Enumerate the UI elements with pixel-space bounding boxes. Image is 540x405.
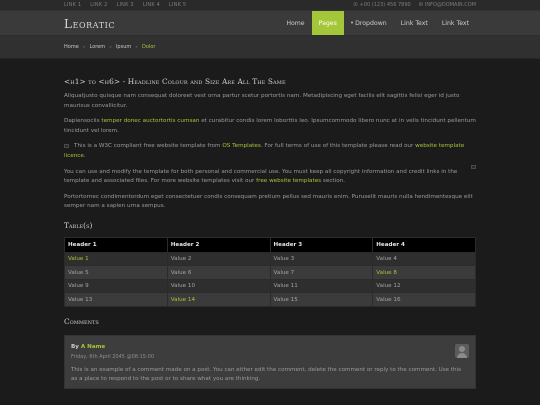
table-cell: Value 3 [269,251,374,267]
top-link-2[interactable]: LINK 2 [90,2,107,8]
nav-dropdown-label: Dropdown [355,19,387,27]
nav-link-text-2[interactable]: Link Text [435,11,476,35]
data-table: Header 1 Header 2 Header 3 Header 4 Valu… [64,236,476,307]
table-title: Table(s) [64,220,93,230]
breadcrumb-separator-icon: » [109,44,112,50]
table-cell: Value 8 [372,265,476,280]
paragraph-2-link[interactable]: temper donec auctortortis cumsan [101,118,199,124]
paragraph-1: Aliquatjusto quisque nam consequat dolor… [64,93,460,109]
image-placeholder-icon [471,165,476,169]
phone-info: ✆ +00 (123) 456 7890 [353,2,410,8]
avatar-body [457,352,467,358]
breadcrumb-lorem[interactable]: Lorem [90,44,106,50]
table-cell: Value 9 [64,278,168,294]
site-header: Leoratic Home Pages ▾ Dropdown Link Text … [0,11,540,36]
table-cell: Value 15 [269,292,374,307]
avatar-head [459,345,465,352]
os-templates-link[interactable]: OS Templates [222,143,261,149]
breadcrumb-dolor[interactable]: Dolor [142,44,155,50]
breadcrumb-separator-icon: » [82,44,86,50]
comment: By A Name Friday, 6th April 2045 @08:15:… [64,334,476,389]
table-cell: Value 6 [166,265,271,280]
avatar-icon [455,343,469,358]
top-links: LINK 1 LINK 2 LINK 3 LINK 4 LINK 5 [64,2,186,8]
table-cell: Value 16 [372,292,476,307]
comment-by-label: By [71,343,79,350]
table-cell: Value 4 [372,251,476,267]
paragraph-2: Dapiensociis temper donec auctortortis c… [64,117,476,136]
breadcrumb-home[interactable]: Home [64,44,79,50]
comments-title: Comments [64,316,99,326]
comment-author-line: By A Name [71,344,469,350]
site-logo[interactable]: Leoratic [64,17,115,31]
table-cell: Value 2 [166,251,271,267]
nav-dropdown[interactable]: ▾ Dropdown [344,11,394,35]
paragraph-4-text-b: section. [321,178,346,185]
contact-info: ✆ +00 (123) 456 7890 ✉ INFO@DOMAIN.COM [353,2,476,8]
top-link-3[interactable]: LINK 3 [117,2,134,8]
main-nav: Home Pages ▾ Dropdown Link Text Link Text [279,11,476,35]
table-header: Header 2 [166,236,271,253]
top-link-4[interactable]: LINK 4 [143,2,160,8]
table-cell: Value 7 [269,265,374,280]
table-header-row: Header 1 Header 2 Header 3 Header 4 [64,236,476,253]
table-row: Value 1 Value 2 Value 3 Value 4 [64,251,476,267]
email-info: ✉ INFO@DOMAIN.COM [419,2,476,8]
table-cell: Value 10 [166,278,271,294]
paragraph-3-text-b: . For full terms of use of this template… [260,143,416,150]
paragraph-3: This is a W3C compliant free website tem… [64,142,476,161]
email-address: INFO@DOMAIN.COM [424,2,476,8]
comment-date: Friday, 6th April 2045 @08:15:00 [71,353,155,360]
nav-pages[interactable]: Pages [311,11,344,35]
top-link-5[interactable]: LINK 5 [169,2,186,8]
table-header: Header 1 [64,236,168,253]
table-header: Header 3 [269,236,374,253]
breadcrumb: Home » Lorem » Ipsum » Dolor [64,44,155,50]
comment-text: This is an example of a comment made on … [71,366,462,383]
breadcrumb-ipsum[interactable]: Ipsum [116,44,131,50]
breadcrumb-bar: Home » Lorem » Ipsum » Dolor [0,36,540,59]
email-icon: ✉ [418,2,423,8]
free-templates-link[interactable]: free website templates [256,178,321,184]
top-link-1[interactable]: LINK 1 [64,2,81,8]
comment-author-link[interactable]: A Name [81,344,105,350]
table-row: Value 5 Value 6 Value 7 Value 8 [64,265,476,280]
main-content: <h1> to <h6> - Headline Colour and Size … [0,59,540,389]
paragraph-3-text-c: . [83,152,86,159]
table-row: Value 13 Value 14 Value 15 Value 16 [64,292,476,307]
table-header: Header 4 [372,236,476,253]
image-placeholder-icon [64,143,69,148]
phone-icon: ✆ [353,2,358,8]
top-bar: LINK 1 LINK 2 LINK 3 LINK 4 LINK 5 ✆ +00 … [0,0,540,11]
paragraph-2-text-a: Dapiensociis [64,118,102,125]
table-cell: Value 1 [64,251,168,267]
table-cell: Value 5 [64,265,168,280]
paragraph-5: Portortornec condimentordum eget consect… [64,193,473,210]
paragraph-3-text-a: This is a W3C compliant free website tem… [74,143,223,150]
nav-home[interactable]: Home [279,11,311,35]
table-cell: Value 14 [166,292,271,307]
table-row: Value 9 Value 10 Value 11 Value 12 [64,278,476,294]
table-cell: Value 13 [64,292,168,307]
page-title: <h1> to <h6> - Headline Colour and Size … [64,77,286,86]
table-cell: Value 11 [269,278,374,294]
table-cell: Value 12 [372,278,476,294]
paragraph-4: You can use and modify the template for … [64,168,476,187]
nav-link-text-1[interactable]: Link Text [394,11,435,35]
breadcrumb-separator-icon: » [135,44,139,50]
phone-number: +00 (123) 456 7890 [359,2,411,8]
caret-down-icon: ▾ [350,20,354,26]
